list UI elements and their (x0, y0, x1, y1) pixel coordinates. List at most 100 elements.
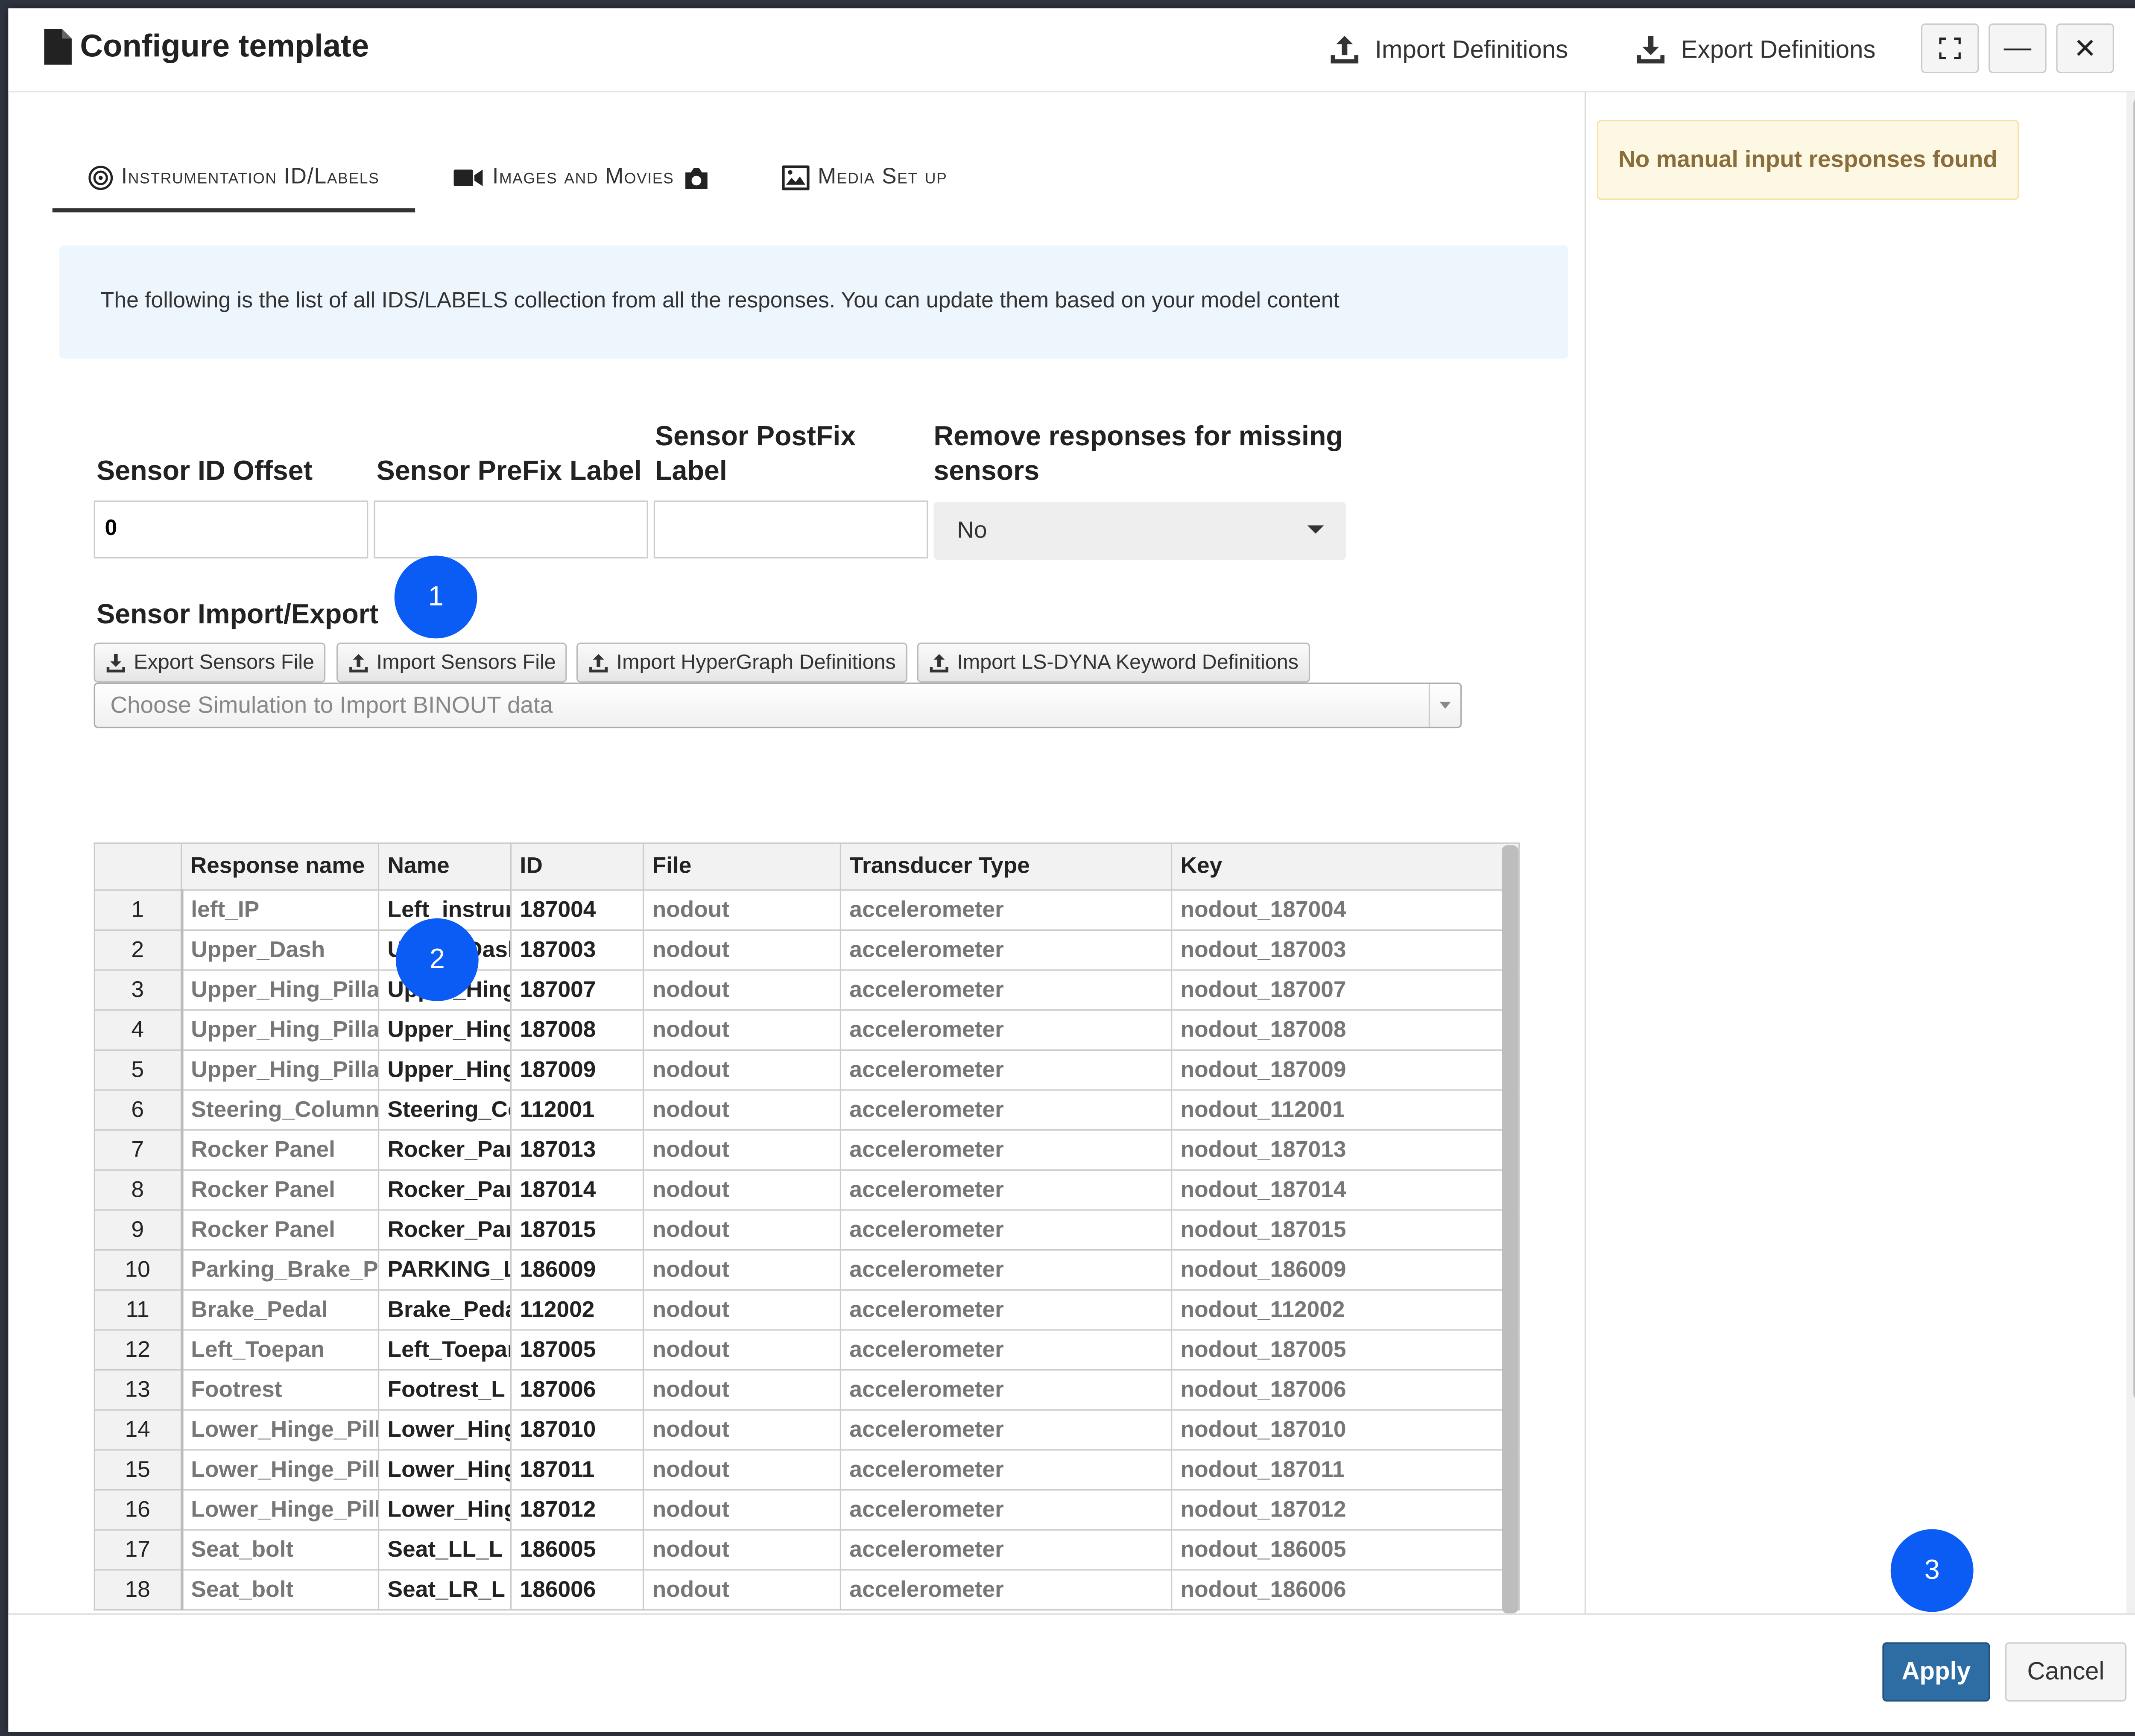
table-cell[interactable]: Rocker Panel (181, 1169, 380, 1211)
table-cell[interactable]: 187005 (510, 1329, 644, 1371)
table-cell[interactable]: nodout_112002 (1170, 1289, 1520, 1331)
table-row[interactable]: 12 Left_Toepan Left_Toepan 187005 nodout acce… (94, 1329, 1520, 1371)
table-cell[interactable]: accelerometer (839, 1489, 1173, 1531)
import-hypergraph-button[interactable]: Import HyperGraph Definitions (576, 642, 907, 683)
table-cell[interactable]: 187006 (510, 1369, 644, 1411)
close-button[interactable]: ✕ (2056, 23, 2114, 73)
table-row[interactable]: 17 Seat_bolt Seat_LL_L 186005 nodout accelero… (94, 1529, 1520, 1571)
remove-missing-select[interactable]: No (933, 502, 1346, 560)
table-row[interactable]: 8Rocker PanelRocker_Panel187014nodoutacc… (94, 1169, 1520, 1211)
table-cell[interactable]: accelerometer (839, 1369, 1173, 1411)
table-header-cell[interactable]: ID (510, 842, 644, 891)
table-row[interactable]: 14Lower_Hinge_PillarLower_Hinge187010nod… (94, 1409, 1520, 1451)
table-row[interactable]: 3Upper_Hing_PillarUpper_Hinge187007nodou… (94, 969, 1520, 1011)
sensor-postfix-input[interactable] (653, 500, 928, 558)
table-cell[interactable]: 187012 (510, 1489, 644, 1531)
table-cell[interactable]: nodout_187005 (1170, 1329, 1520, 1371)
table-cell[interactable]: nodout_187011 (1170, 1449, 1520, 1491)
table-cell[interactable]: Steering_Column (181, 1089, 380, 1131)
table-row[interactable]: 10Parking_Brake_PedalPARKING_L186009nodo… (94, 1249, 1520, 1291)
apply-button[interactable]: Apply (1882, 1642, 1990, 1702)
sensor-prefix-input[interactable] (374, 500, 648, 558)
table-cell[interactable]: accelerometer (839, 889, 1173, 931)
table-cell[interactable]: accelerometer (839, 1249, 1173, 1291)
table-cell[interactable]: accelerometer (839, 969, 1173, 1011)
table-row[interactable]: 11 Brake_Pedal Brake_Pedal 112002 nodout acce… (94, 1289, 1520, 1331)
cancel-button[interactable]: Cancel (2005, 1642, 2127, 1702)
maximize-button[interactable] (1921, 23, 1979, 73)
table-cell[interactable]: Lower_Hinge (377, 1409, 512, 1451)
table-cell[interactable]: nodout (642, 1169, 842, 1211)
dialog-scrollbar-thumb[interactable] (2133, 98, 2135, 1400)
table-row[interactable]: 15Lower_Hinge_PillarLower_Hinge187011nod… (94, 1449, 1520, 1491)
table-cell[interactable]: accelerometer (839, 1209, 1173, 1251)
export-definitions-button[interactable]: Export Definitions (1634, 33, 1876, 67)
table-cell[interactable]: Upper_Hing_Pillar (181, 969, 380, 1011)
table-cell[interactable]: 187007 (510, 969, 644, 1011)
table-cell[interactable]: nodout (642, 1369, 842, 1411)
table-cell[interactable]: nodout (642, 1209, 842, 1251)
table-cell[interactable]: nodout (642, 1249, 842, 1291)
table-cell[interactable]: Left_Toepan (181, 1329, 380, 1371)
table-cell[interactable]: nodout (642, 1089, 842, 1131)
table-row[interactable]: 4Upper_Hing_PillarUpper_Hinge187008nodou… (94, 1009, 1520, 1051)
table-cell[interactable]: nodout (642, 1289, 842, 1331)
import-lsdyna-button[interactable]: Import LS-DYNA Keyword Definitions (917, 642, 1310, 683)
table-cell[interactable]: accelerometer (839, 1529, 1173, 1571)
table-cell[interactable]: accelerometer (839, 1569, 1173, 1611)
table-cell[interactable]: 112001 (510, 1089, 644, 1131)
table-cell[interactable]: nodout (642, 969, 842, 1011)
table-cell[interactable]: Parking_Brake_Pedal (181, 1249, 380, 1291)
combo-arrow-icon[interactable] (1428, 684, 1460, 727)
table-scrollbar[interactable] (1502, 845, 1518, 1613)
table-row[interactable]: 5Upper_Hing_PillarUpper_Hinge187009nodou… (94, 1049, 1520, 1091)
table-cell[interactable]: Rocker_Panel (377, 1209, 512, 1251)
table-cell[interactable]: Left_Toepan (377, 1329, 512, 1371)
table-row[interactable]: 9Rocker PanelRocker_Panel187015nodoutacc… (94, 1209, 1520, 1251)
table-cell[interactable]: Lower_Hinge_Pillar (181, 1489, 380, 1531)
table-header-cell[interactable]: File (642, 842, 842, 891)
table-cell[interactable]: Brake_Pedal (181, 1289, 380, 1331)
table-cell[interactable]: Seat_bolt (181, 1569, 380, 1611)
table-cell[interactable]: nodout_186005 (1170, 1529, 1520, 1571)
table-cell[interactable]: nodout_187006 (1170, 1369, 1520, 1411)
table-cell[interactable]: Seat_LR_L (377, 1569, 512, 1611)
table-cell[interactable]: 186006 (510, 1569, 644, 1611)
table-cell[interactable]: nodout (642, 1569, 842, 1611)
export-sensors-file-button[interactable]: Export Sensors File (94, 642, 325, 683)
table-cell[interactable]: 187010 (510, 1409, 644, 1451)
table-cell[interactable]: Rocker_Panel (377, 1169, 512, 1211)
table-cell[interactable]: 187003 (510, 929, 644, 971)
table-cell[interactable]: nodout_187008 (1170, 1009, 1520, 1051)
table-row[interactable]: 18 Seat_bolt Seat_LR_L 186006 nodout accelero… (94, 1569, 1520, 1611)
table-cell[interactable]: 187009 (510, 1049, 644, 1091)
table-cell[interactable]: Rocker_Panel (377, 1129, 512, 1171)
table-row[interactable]: 13 Footrest Footrest_L 187006 nodout accelero… (94, 1369, 1520, 1411)
table-cell[interactable]: 187008 (510, 1009, 644, 1051)
table-cell[interactable]: Footrest_L (377, 1369, 512, 1411)
table-header-cell[interactable]: Response name (181, 842, 380, 891)
table-cell[interactable]: Upper_Hing_Pillar (181, 1049, 380, 1091)
table-cell[interactable]: nodout (642, 1489, 842, 1531)
table-cell[interactable]: Rocker Panel (181, 1129, 380, 1171)
table-cell[interactable]: 186005 (510, 1529, 644, 1571)
table-cell[interactable]: accelerometer (839, 1289, 1173, 1331)
table-cell[interactable]: accelerometer (839, 1329, 1173, 1371)
table-cell[interactable]: nodout_187013 (1170, 1129, 1520, 1171)
table-header-cell[interactable]: Key (1170, 842, 1520, 891)
table-row[interactable]: 6Steering_ColumnSteering_Col112001nodout… (94, 1089, 1520, 1131)
table-header-cell[interactable]: Name (377, 842, 512, 891)
table-cell[interactable]: nodout (642, 1449, 842, 1491)
table-header-cell[interactable]: Transducer Type (839, 842, 1173, 891)
minimize-button[interactable]: — (1989, 23, 2047, 73)
table-cell[interactable]: accelerometer (839, 1009, 1173, 1051)
table-cell[interactable]: nodout (642, 1329, 842, 1371)
table-cell[interactable]: nodout (642, 1129, 842, 1171)
table-cell[interactable]: Seat_LL_L (377, 1529, 512, 1571)
table-cell[interactable]: Lower_Hinge_Pillar (181, 1449, 380, 1491)
table-cell[interactable]: Steering_Col (377, 1089, 512, 1131)
tab-media-setup[interactable]: Media Set up (782, 148, 947, 208)
table-cell[interactable]: nodout (642, 1009, 842, 1051)
simulation-binout-combo[interactable]: Choose Simulation to Import BINOUT data (94, 682, 1462, 728)
table-cell[interactable]: Upper_Hinge (377, 1009, 512, 1051)
